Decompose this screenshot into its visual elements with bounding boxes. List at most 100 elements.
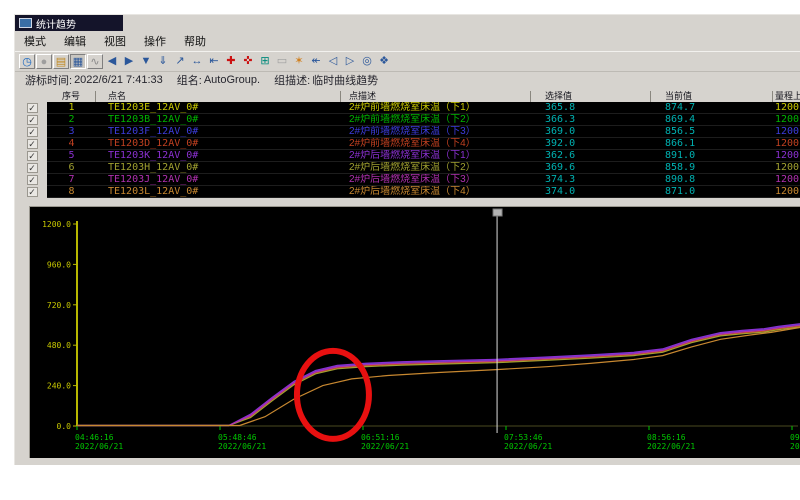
y-tick-label-1: 960.0 <box>47 260 71 269</box>
row-visible-checkbox-8[interactable]: ✓ <box>27 187 38 197</box>
y-tick-label-5: 0.0 <box>57 422 72 431</box>
cell-r2-c2: TE1203B_12AV_0# <box>96 114 353 125</box>
column-header-3[interactable]: 点描述 <box>341 91 531 102</box>
cell-r6-c3: 2#炉后墙燃烧室床温（下2） <box>341 162 539 173</box>
table-view-icon[interactable]: ▦ <box>70 54 86 69</box>
menu-item-1[interactable]: 模式 <box>15 32 55 50</box>
expand-x-icon[interactable]: ◀ <box>104 54 120 69</box>
time-cursor-handle[interactable] <box>493 209 502 216</box>
exit-icon[interactable]: ❖ <box>376 54 392 69</box>
menu-item-4[interactable]: 操作 <box>135 32 175 50</box>
cell-r7-c2: TE1203J_12AV_0# <box>96 174 353 185</box>
cell-r4-c4: 392.0 <box>531 138 665 149</box>
pan-horizontal-icon[interactable]: ↔ <box>189 54 205 69</box>
table-row-7[interactable]: 7TE1203J_12AV_0#2#炉后墙燃烧室床温（下3）374.3890.8… <box>47 174 800 186</box>
cell-r2-c1: 2 <box>47 114 96 125</box>
cell-r8-c5: 871.0 <box>651 186 787 197</box>
cell-r5-c4: 362.6 <box>531 150 665 161</box>
next-page-icon[interactable]: ▷ <box>342 54 358 69</box>
table-row-6[interactable]: 6TE1203H_12AV_0#2#炉后墙燃烧室床温（下2）369.6858.9… <box>47 162 800 174</box>
cell-r6-c1: 6 <box>47 162 96 173</box>
compress-x-icon[interactable]: ▶ <box>121 54 137 69</box>
column-header-5[interactable]: 当前值 <box>651 91 773 102</box>
cell-r8-c2: TE1203L_12AV_0# <box>96 186 353 197</box>
export-data-icon[interactable]: ⊞ <box>257 54 273 69</box>
pointer-icon[interactable]: ↗ <box>172 54 188 69</box>
y-tick-label-2: 720.0 <box>47 301 71 310</box>
prev-page-icon[interactable]: ◁ <box>325 54 341 69</box>
menu-item-2[interactable]: 编辑 <box>55 32 95 50</box>
cell-r7-c4: 374.3 <box>531 174 665 185</box>
y-tick-label-0: 1200.0 <box>42 220 71 229</box>
cell-r1-c6: 1200.0 <box>773 102 800 113</box>
new-group-icon[interactable]: ▤ <box>53 54 69 69</box>
table-row-2[interactable]: 2TE1203B_12AV_0#2#炉前墙燃烧室床温（下2）366.3869.4… <box>47 114 800 126</box>
column-header-2[interactable]: 点名 <box>96 91 341 102</box>
table-body: 1TE1203E_12AV_0#2#炉前墙燃烧室床温（下1）365.8874.7… <box>47 102 800 198</box>
cell-r7-c6: 1200.0 <box>773 174 800 185</box>
menu-item-5[interactable]: 帮助 <box>175 32 215 50</box>
column-header-6[interactable]: 量程上限 <box>773 91 800 102</box>
column-header-4[interactable]: 选择值 <box>531 91 651 102</box>
x-tick-time-0: 04:46:16 <box>75 433 114 442</box>
menu-item-3[interactable]: 视图 <box>95 32 135 50</box>
table-row-4[interactable]: 4TE1203D_12AV_0#2#炉前墙燃烧室床温（下4）392.0866.1… <box>47 138 800 150</box>
step-back-icon[interactable]: ↞ <box>308 54 324 69</box>
group-desc-label: 组描述: <box>274 72 310 88</box>
row-visible-checkbox-5[interactable]: ✓ <box>27 151 38 161</box>
cell-r8-c3: 2#炉后墙燃烧室床温（下4） <box>341 186 539 197</box>
trend-chart-svg[interactable]: 1200.0960.0720.0480.0240.00.004:46:16202… <box>30 207 800 458</box>
x-tick-date-4: 2022/06/21 <box>647 442 695 451</box>
curve-view-icon[interactable]: ∿ <box>87 54 103 69</box>
cell-r2-c6: 1200.0 <box>773 114 800 125</box>
cell-r8-c6: 1200.0 <box>773 186 800 197</box>
row-visible-checkbox-7[interactable]: ✓ <box>27 175 38 185</box>
y-tick-label-4: 240.0 <box>47 382 71 391</box>
column-header-1[interactable]: 序号 <box>47 91 96 102</box>
table-row-8[interactable]: 8TE1203L_12AV_0#2#炉后墙燃烧室床温（下4）374.0871.0… <box>47 186 800 198</box>
table-row-3[interactable]: 3TE1203F_12AV_0#2#炉前墙燃烧室床温（下3）369.0856.5… <box>47 126 800 138</box>
print-icon[interactable]: ▭ <box>274 54 290 69</box>
row-visible-checkbox-6[interactable]: ✓ <box>27 163 38 173</box>
cell-r1-c1: 1 <box>47 102 96 113</box>
cell-r1-c5: 874.7 <box>651 102 787 113</box>
cell-r4-c6: 1200.0 <box>773 138 800 149</box>
menu-bar: 模式编辑视图操作帮助 <box>15 32 800 50</box>
table-row-1[interactable]: 1TE1203E_12AV_0#2#炉前墙燃烧室床温（下1）365.8874.7… <box>47 102 800 114</box>
x-tick-time-5: 09:58:46 <box>790 433 800 442</box>
time-range-icon[interactable]: ◷ <box>19 54 35 69</box>
compress-y-icon[interactable]: ⇓ <box>155 54 171 69</box>
table-header-row: 序号点名点描述选择值当前值量程上限 <box>47 91 800 102</box>
add-cursor-icon[interactable]: ✚ <box>223 54 239 69</box>
table-row-5[interactable]: 5TE1203K_12AV_0#2#炉后墙燃烧室床温（下1）362.6891.0… <box>47 150 800 162</box>
cell-r3-c2: TE1203F_12AV_0# <box>96 126 353 137</box>
cell-r6-c2: TE1203H_12AV_0# <box>96 162 353 173</box>
cell-r7-c5: 890.8 <box>651 174 787 185</box>
group-name-value: AutoGroup. <box>204 74 260 86</box>
x-tick-date-1: 2022/06/21 <box>218 442 266 451</box>
cell-r5-c6: 1200.0 <box>773 150 800 161</box>
x-tick-date-5: 2022/06/21 <box>790 442 800 451</box>
move-down-icon[interactable]: ▼ <box>138 54 154 69</box>
pause-icon[interactable]: ● <box>36 54 52 69</box>
search-icon[interactable]: ◎ <box>359 54 375 69</box>
cell-r3-c5: 856.5 <box>651 126 787 137</box>
row-visible-checkbox-4[interactable]: ✓ <box>27 139 38 149</box>
group-desc-value: 临时曲线趋势 <box>312 72 378 88</box>
row-visible-checkbox-1[interactable]: ✓ <box>27 103 38 113</box>
cell-r1-c2: TE1203E_12AV_0# <box>96 102 353 113</box>
row-visible-checkbox-3[interactable]: ✓ <box>27 127 38 137</box>
cell-r5-c5: 891.0 <box>651 150 787 161</box>
row-visible-checkbox-2[interactable]: ✓ <box>27 115 38 125</box>
settings-wand-icon[interactable]: ✶ <box>291 54 307 69</box>
trend-chart-panel[interactable]: 1200.0960.0720.0480.0240.00.004:46:16202… <box>29 206 800 458</box>
cell-r5-c2: TE1203K_12AV_0# <box>96 150 353 161</box>
cursor-time-label: 游标时间: <box>25 72 72 88</box>
cell-r7-c3: 2#炉后墙燃烧室床温（下3） <box>341 174 539 185</box>
trend-line-TE1203K_12AV_0# <box>77 324 800 426</box>
center-cursor-icon[interactable]: ✜ <box>240 54 256 69</box>
jump-start-icon[interactable]: ⇤ <box>206 54 222 69</box>
cell-r3-c4: 369.0 <box>531 126 665 137</box>
title-bar[interactable]: 统计趋势 <box>15 15 123 31</box>
cell-r6-c6: 1200.0 <box>773 162 800 173</box>
